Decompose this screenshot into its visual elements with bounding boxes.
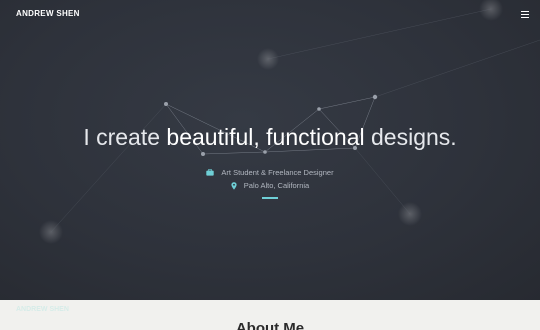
map-pin-icon <box>231 181 237 190</box>
headline-emphasis: beautiful, functional <box>166 124 365 150</box>
site-brand-link[interactable]: ANDREW SHEN <box>16 9 80 18</box>
network-node <box>372 94 378 100</box>
location-row: Palo Alto, California <box>0 181 540 190</box>
about-heading: About Me <box>235 320 305 330</box>
network-node <box>317 107 321 111</box>
headline-prefix: I create <box>83 124 167 150</box>
network-node <box>201 152 205 156</box>
role-text: Art Student & Freelance Designer <box>221 168 334 177</box>
network-node <box>164 102 168 106</box>
hamburger-menu-icon[interactable] <box>521 11 529 18</box>
about-brand-ghost: ANDREW SHEN <box>16 306 69 313</box>
role-row: Art Student & Freelance Designer <box>0 168 540 177</box>
location-text: Palo Alto, California <box>243 181 310 190</box>
menu-line <box>521 13 529 16</box>
briefcase-icon <box>206 169 215 176</box>
glow-blob <box>479 0 503 21</box>
headline-suffix: designs. <box>364 124 457 150</box>
menu-line <box>521 11 529 13</box>
hero-section: ANDREW SHEN I create beautiful, function… <box>0 0 540 300</box>
hero-headline: I create beautiful, functional designs. <box>0 124 540 151</box>
menu-line <box>521 16 529 18</box>
accent-divider <box>262 197 278 199</box>
about-section: ANDREW SHEN About Me <box>0 300 540 330</box>
